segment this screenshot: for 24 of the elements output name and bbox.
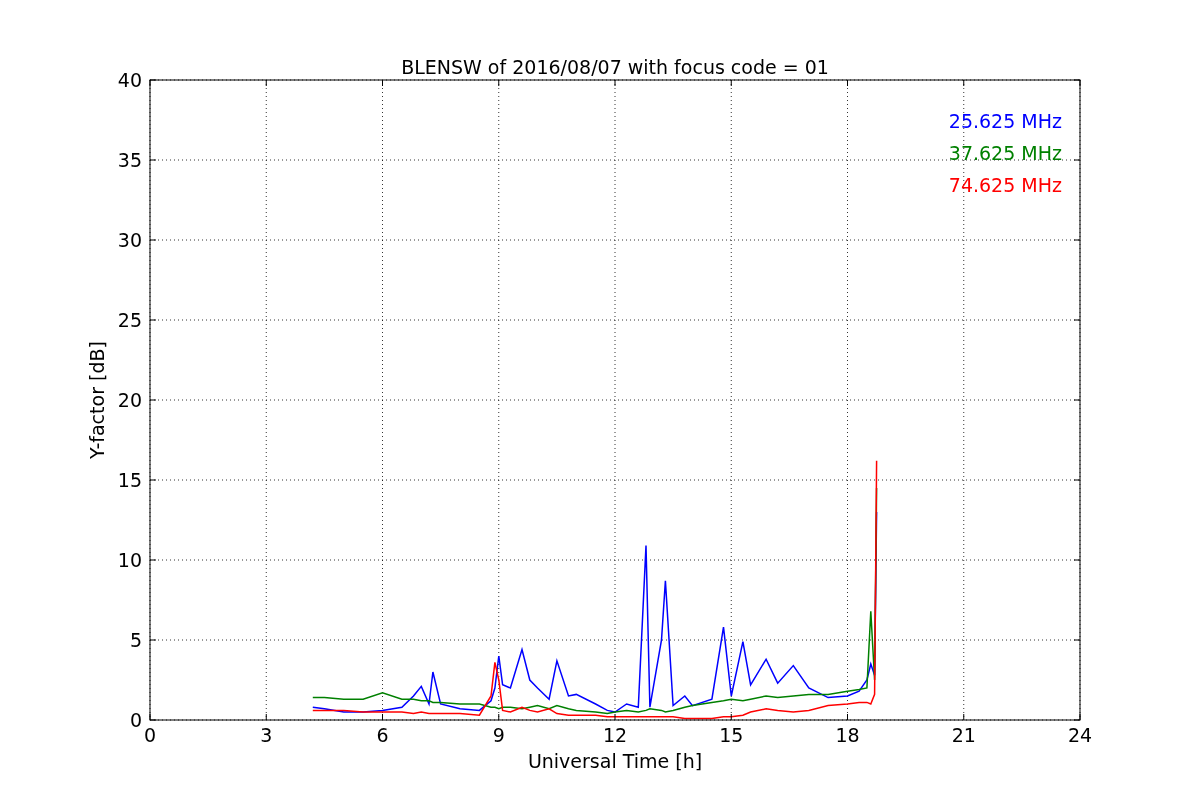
- y-tick-label: 5: [129, 629, 142, 651]
- x-tick-label: 0: [143, 724, 157, 746]
- x-tick-label: 21: [951, 724, 976, 746]
- y-tick-label: 15: [117, 469, 142, 491]
- legend-label: 74.625 MHz: [948, 174, 1062, 196]
- y-tick-label: 40: [117, 69, 142, 91]
- y-tick-label: 30: [117, 229, 142, 251]
- x-tick-label: 6: [376, 724, 389, 746]
- y-tick-label: 10: [117, 549, 142, 571]
- y-tick-label: 25: [117, 309, 142, 331]
- legend-label: 37.625 MHz: [948, 142, 1062, 164]
- x-axis-label: Universal Time [h]: [527, 750, 703, 772]
- x-tick-label: 15: [719, 724, 744, 746]
- y-tick-label: 0: [129, 709, 142, 731]
- x-tick-label: 18: [835, 724, 860, 746]
- x-tick-label: 3: [260, 724, 273, 746]
- y-tick-label: 35: [117, 149, 142, 171]
- y-axis-label: Y-factor [dB]: [86, 341, 108, 459]
- x-tick-label: 24: [1067, 724, 1093, 746]
- y-tick-label: 20: [117, 389, 142, 411]
- x-tick-label: 9: [492, 724, 505, 746]
- legend-label: 25.625 MHz: [948, 110, 1062, 132]
- chart-title: BLENSW of 2016/08/07 with focus code = 01: [401, 56, 829, 78]
- x-tick-label: 12: [602, 724, 628, 746]
